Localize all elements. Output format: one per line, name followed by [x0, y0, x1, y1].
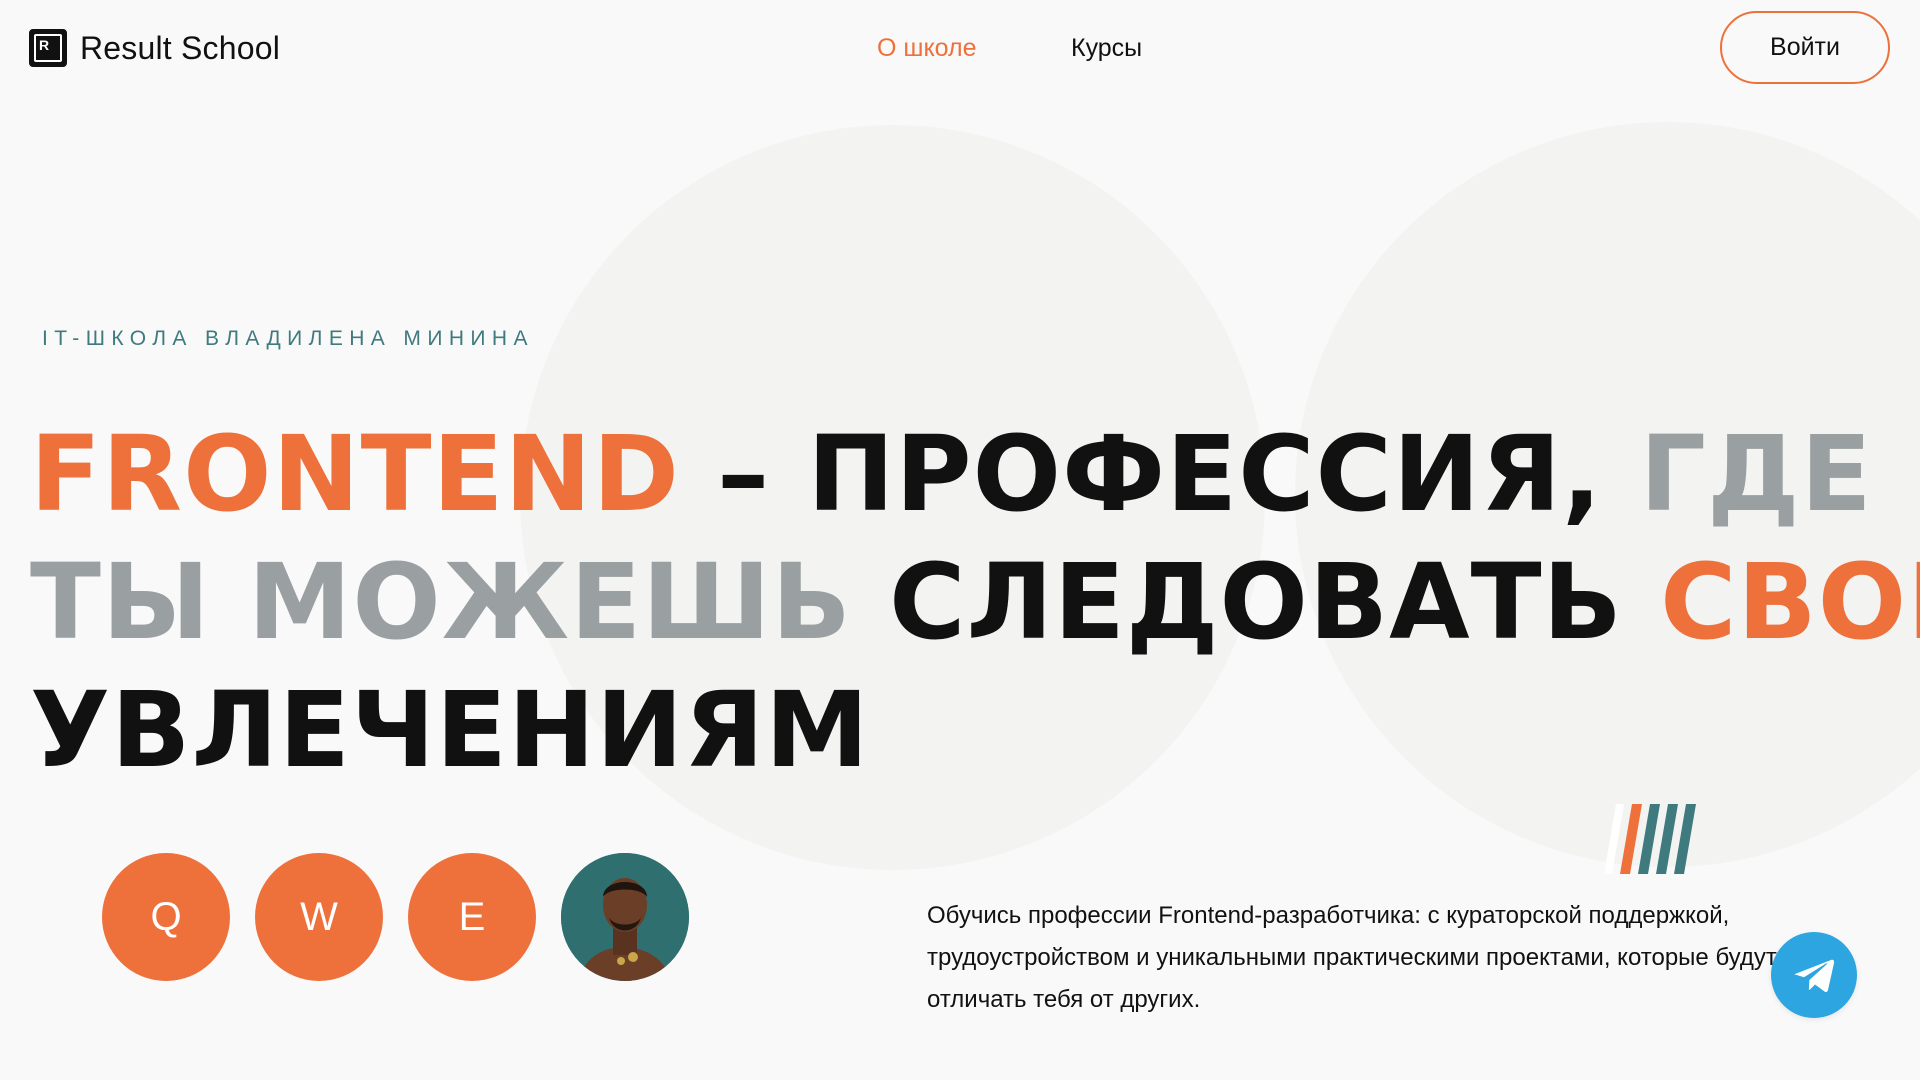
nav-courses[interactable]: Курсы — [1071, 34, 1142, 63]
hero-headline: FRONTEND – ПРОФЕССИЯ, ГДЕ ТЫ МОЖЕШЬ СЛЕД… — [30, 410, 1920, 794]
avatar-e: E — [408, 853, 536, 981]
avatar-q: Q — [102, 853, 230, 981]
stripes-decoration — [1604, 804, 1696, 874]
headline-line-1: FRONTEND – ПРОФЕССИЯ, ГДЕ — [30, 410, 1910, 538]
avatar-w: W — [255, 853, 383, 981]
headline-profession: – ПРОФЕССИЯ, — [679, 413, 1640, 535]
nav-about[interactable]: О школе — [877, 34, 977, 63]
telegram-icon — [1793, 959, 1835, 992]
avatar-photo — [561, 853, 689, 981]
person-photo-icon — [561, 853, 689, 981]
logo-text: Result School — [80, 29, 281, 66]
headline-line-3: УВЛЕЧЕНИЯМ — [30, 666, 1910, 794]
headline-frontend: FRONTEND — [30, 413, 680, 535]
school-tagline: IT-ШКОЛА ВЛАДИЛЕНА МИНИНА — [42, 327, 534, 350]
landing-page: R Result School О школе Курсы Войти IT-Ш… — [0, 0, 1920, 1080]
hero-description: Обучись профессии Frontend-разработчика:… — [927, 902, 1777, 1013]
logo-link[interactable]: R Result School — [29, 29, 280, 67]
telegram-button[interactable] — [1771, 932, 1857, 1018]
headline-line-2: ТЫ МОЖЕШЬ СЛЕДОВАТЬ СВОИМ — [30, 538, 1920, 666]
header: R Result School О школе Курсы Войти — [0, 0, 1920, 100]
headline-follow: СЛЕДОВАТЬ — [889, 541, 1661, 663]
logo-letter: R — [34, 34, 62, 62]
login-button[interactable]: Войти — [1720, 11, 1890, 84]
headline-you-can: ТЫ МОЖЕШЬ — [30, 541, 890, 663]
headline-where: ГДЕ — [1639, 413, 1873, 535]
headline-your: СВОИМ — [1660, 541, 1920, 663]
headline-passions: УВЛЕЧЕНИЯМ — [30, 669, 870, 791]
result-school-logo-icon: R — [29, 29, 67, 67]
